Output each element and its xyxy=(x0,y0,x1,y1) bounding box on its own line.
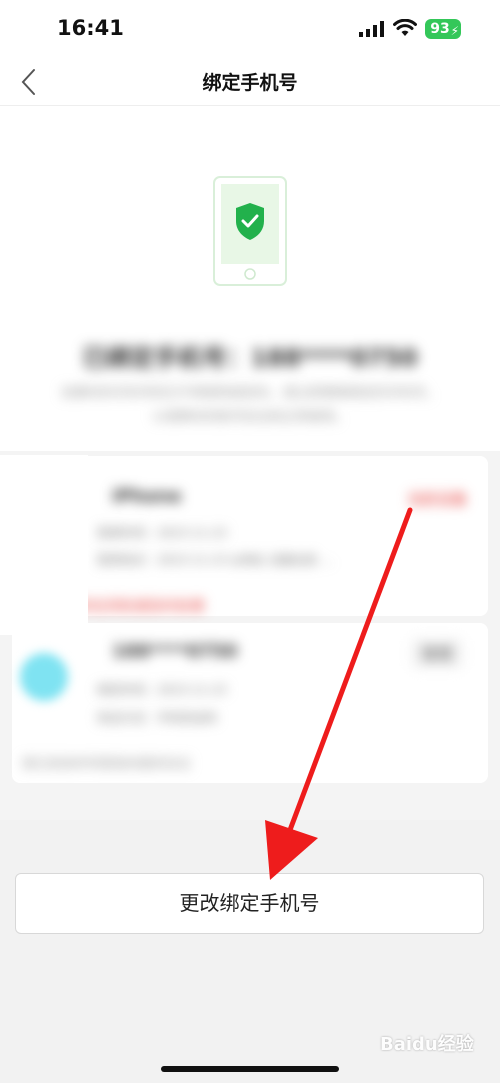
phone-shield-icon xyxy=(213,176,287,286)
redaction-mask xyxy=(0,455,88,635)
device-tag: 当前设备 xyxy=(407,490,468,508)
device-name: iPhone xyxy=(112,486,182,507)
bound-description-line: 如果你的手机号码已不再使用或丢失，请立即更换绑定的手机号， xyxy=(61,386,439,401)
status-time: 16:41 xyxy=(57,16,124,40)
cellular-signal-icon xyxy=(359,21,384,37)
battery-level: 93 xyxy=(430,21,450,37)
agreement-checkbox[interactable]: 我已阅读并同意相关服务协议 xyxy=(22,753,191,772)
device-info-line: 登录地点：2023-11-23 ip地址 设备信息 ... xyxy=(97,553,333,567)
bound-phone-title: 已绑定手机号：188****0750 xyxy=(82,344,418,372)
device-card: 188****0750 管理 绑定时间：2023-11-23 验证方式：手机验证… xyxy=(12,623,488,783)
status-bar: 16:41 93 ⚡ xyxy=(0,0,500,58)
wifi-icon xyxy=(393,19,417,36)
device-manage-button[interactable]: 管理 xyxy=(412,639,463,668)
bound-description-line: 以保障你的账号安全和正常使用。 xyxy=(152,410,348,425)
device-info-line: 绑定时间：2023-11-23 xyxy=(97,683,227,697)
watermark-text: Baidu经验 xyxy=(380,1034,474,1055)
change-bound-phone-button[interactable]: 更改绑定手机号 xyxy=(15,873,484,934)
nav-bar: 绑定手机号 xyxy=(0,58,500,106)
device-name: 188****0750 xyxy=(112,641,238,662)
device-info-line: 验证方式：手机验证码 xyxy=(97,711,218,725)
device-info-line: 登录时间：2023-11-23 xyxy=(97,526,227,540)
watermark-logo: Baidu经验 xyxy=(380,1030,474,1056)
battery-indicator: 93 ⚡ xyxy=(425,19,461,39)
device-avatar xyxy=(20,653,68,701)
bound-description: 如果你的手机号码已不再使用或丢失，请立即更换绑定的手机号， 以保障你的账号安全和… xyxy=(50,382,450,430)
charging-bolt-icon: ⚡ xyxy=(450,24,459,38)
home-indicator xyxy=(161,1066,339,1072)
page-title: 绑定手机号 xyxy=(202,72,298,94)
